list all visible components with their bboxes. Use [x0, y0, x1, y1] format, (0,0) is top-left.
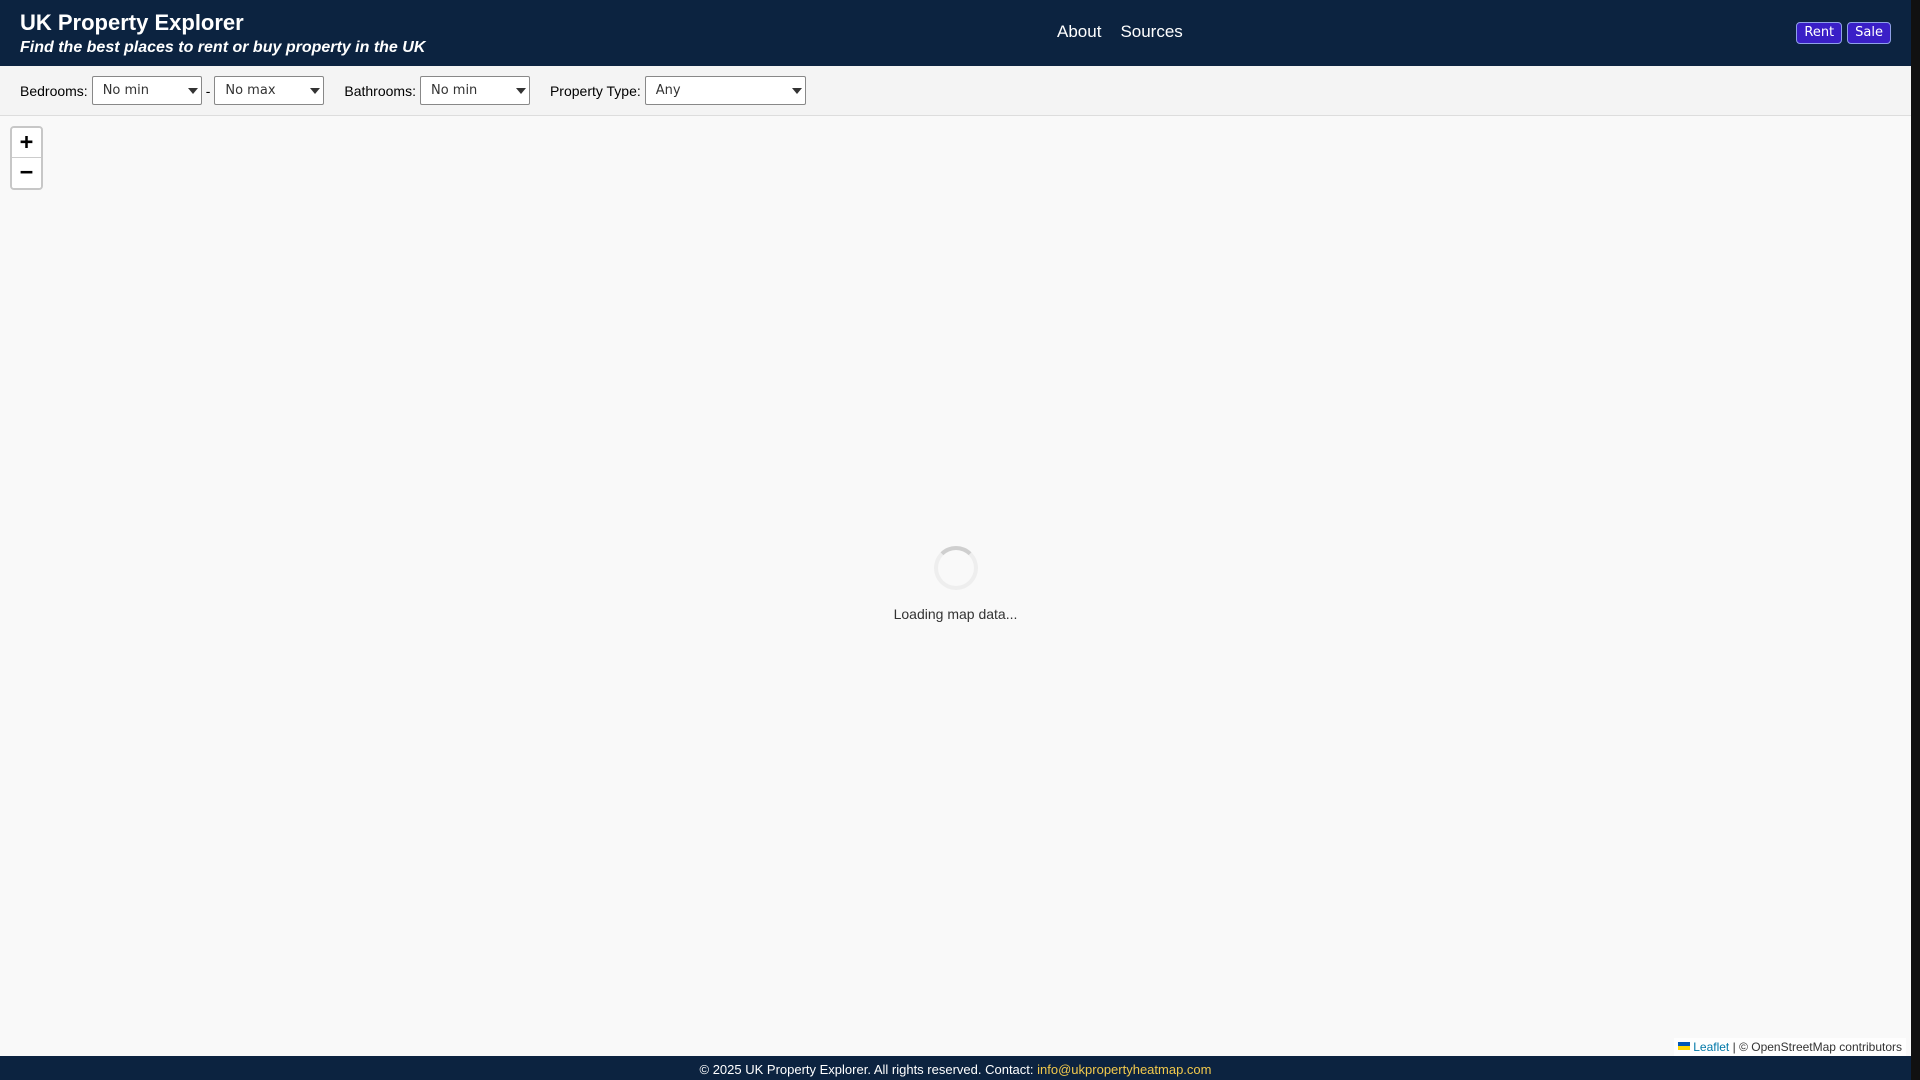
footer: © 2025 UK Property Explorer. All rights …: [0, 1056, 1911, 1080]
rent-button[interactable]: Rent: [1796, 22, 1843, 44]
spinner-icon: [933, 546, 978, 590]
bedrooms-filter: Bedrooms: No min - No max: [20, 76, 325, 105]
site-subtitle: Find the best places to rent or buy prop…: [20, 39, 426, 56]
chevron-down-icon: [310, 88, 321, 94]
loading-text: Loading map data...: [893, 606, 1018, 622]
osm-attribution: © OpenStreetMap contributors: [1739, 1040, 1902, 1054]
leaflet-link[interactable]: Leaflet: [1678, 1040, 1729, 1054]
bedrooms-max-value: No max: [225, 83, 276, 98]
bedrooms-min-value: No min: [102, 83, 150, 98]
bathrooms-min-value: No min: [430, 83, 478, 98]
mode-toggle: Rent Sale: [1796, 22, 1891, 44]
nav-sources-link[interactable]: Sources: [1120, 22, 1182, 42]
chevron-down-icon: [187, 88, 198, 94]
property-type-value: Any: [655, 83, 681, 98]
ukraine-flag-icon: [1678, 1042, 1691, 1050]
property-type-filter: Property Type: Any: [550, 76, 806, 105]
property-type-label: Property Type:: [549, 82, 641, 99]
site-title: UK Property Explorer: [20, 10, 244, 35]
bathrooms-filter: Bathrooms: No min: [344, 76, 530, 105]
map-container[interactable]: + − Loading map data... Leaflet | © Open…: [0, 116, 1911, 1056]
zoom-in-button[interactable]: +: [12, 128, 41, 158]
loading-indicator: Loading map data...: [0, 546, 1911, 622]
filter-bar: Bedrooms: No min - No max Bathrooms: No …: [0, 66, 1911, 116]
zoom-control: + −: [10, 126, 43, 190]
zoom-out-button[interactable]: −: [12, 158, 41, 188]
property-type-select[interactable]: Any: [644, 76, 806, 105]
sale-button[interactable]: Sale: [1847, 22, 1891, 44]
brand: UK Property Explorer Find the best place…: [20, 10, 425, 58]
bedrooms-min-select[interactable]: No min: [91, 76, 202, 105]
bathrooms-label: Bathrooms:: [344, 82, 416, 99]
footer-text: © 2025 UK Property Explorer. All rights …: [699, 1062, 1034, 1077]
range-separator: -: [205, 82, 211, 99]
map-attribution: Leaflet | © OpenStreetMap contributors: [1674, 1038, 1906, 1056]
main-nav: About Sources: [1057, 22, 1183, 42]
leaflet-label: Leaflet: [1693, 1040, 1730, 1054]
contact-email-link[interactable]: info@ukpropertyheatmap.com: [1037, 1062, 1211, 1077]
nav-about-link[interactable]: About: [1057, 22, 1101, 42]
bedrooms-label: Bedrooms:: [20, 82, 88, 99]
chevron-down-icon: [515, 88, 526, 94]
app-root: UK Property Explorer Find the best place…: [0, 0, 1920, 1080]
attribution-separator: |: [1732, 1040, 1736, 1054]
scrollbar[interactable]: [1911, 0, 1920, 1080]
bedrooms-max-select[interactable]: No max: [214, 76, 325, 105]
header: UK Property Explorer Find the best place…: [0, 0, 1911, 66]
chevron-down-icon: [791, 88, 802, 94]
bathrooms-min-select[interactable]: No min: [419, 76, 530, 105]
